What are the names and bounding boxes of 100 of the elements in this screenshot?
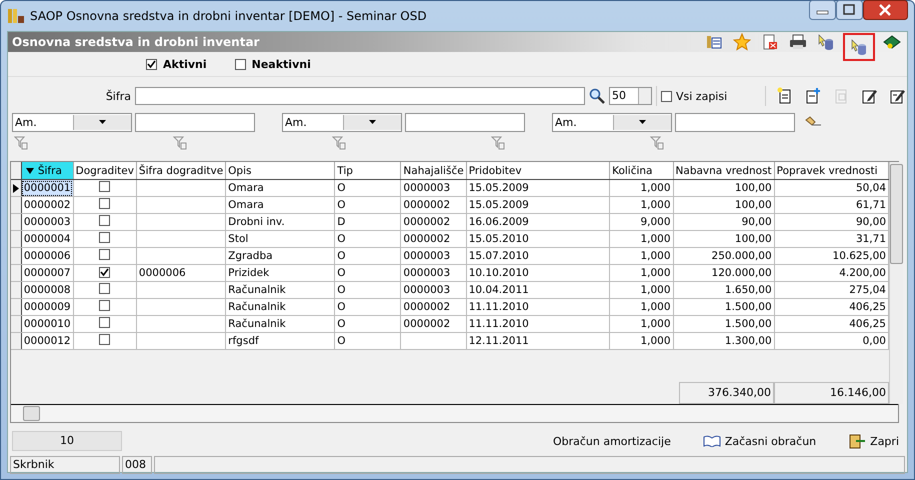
- table-cell: 0000008: [21, 282, 74, 298]
- table-cell: Prizidek: [226, 264, 335, 282]
- table-cell: 10.04.2011: [466, 282, 610, 298]
- operator-dropdown[interactable]: Am.: [552, 112, 672, 132]
- close-button[interactable]: [863, 0, 908, 20]
- row-indicator[interactable]: [11, 298, 22, 316]
- operator-dropdown[interactable]: Am.: [12, 112, 132, 132]
- checkbox[interactable]: [99, 300, 110, 311]
- status-user: Skrbnik: [10, 456, 120, 474]
- checkbox[interactable]: [99, 232, 110, 243]
- filter-field[interactable]: [405, 112, 525, 132]
- total-cell: 376.340,00: [679, 382, 774, 404]
- filter-field[interactable]: [675, 112, 795, 132]
- row-indicator[interactable]: [11, 332, 22, 350]
- edit-icon[interactable]: [860, 87, 878, 105]
- db-left-icon: [817, 33, 835, 51]
- checkbox[interactable]: [99, 283, 110, 294]
- checkbox[interactable]: [99, 266, 110, 278]
- eraser-icon[interactable]: [804, 116, 822, 128]
- table-cell: 11.11.2010: [466, 298, 610, 316]
- row-indicator[interactable]: [11, 180, 22, 196]
- dropdown-arrow-icon: [638, 120, 646, 124]
- table-cell: 90,00: [673, 214, 774, 230]
- table-cell: 10.625,00: [774, 248, 888, 264]
- column-header[interactable]: Šifra: [21, 162, 74, 180]
- total-cell: 16.146,00: [774, 382, 889, 404]
- table-cell: 1,000: [610, 282, 674, 298]
- table-cell: 0000003: [400, 264, 466, 282]
- operator-dropdown[interactable]: Am.: [282, 112, 402, 132]
- column-header[interactable]: Količina: [610, 162, 674, 180]
- table-cell: 0000003: [400, 180, 466, 196]
- checkbox[interactable]: [99, 181, 110, 192]
- table-cell: 4.200,00: [774, 264, 888, 282]
- search-field[interactable]: [135, 87, 585, 105]
- sort-arrow-icon: [26, 168, 34, 174]
- horizontal-scrollbar[interactable]: [11, 404, 898, 422]
- table-cell: 0000010: [21, 316, 74, 332]
- table-cell: 1,000: [610, 264, 674, 282]
- footer-button[interactable]: Zapri: [844, 431, 903, 451]
- table-cell: 0000002: [400, 316, 466, 332]
- column-header[interactable]: Nabavna vrednost: [673, 162, 774, 180]
- checkbox-label: Aktivni: [163, 58, 207, 70]
- table-cell: Stol: [226, 230, 335, 248]
- row-indicator[interactable]: [11, 230, 22, 248]
- checkbox[interactable]: [99, 215, 110, 226]
- table-cell: Drobni inv.: [226, 214, 335, 230]
- row-indicator[interactable]: [11, 282, 22, 298]
- checkbox[interactable]: [234, 58, 246, 70]
- table-cell: O: [334, 316, 401, 332]
- exit-icon: [848, 433, 866, 449]
- table-cell: 1.500,00: [673, 298, 774, 316]
- table-cell: 0000006: [136, 264, 226, 282]
- row-indicator[interactable]: [11, 248, 22, 264]
- toolbar-button[interactable]: [787, 32, 809, 52]
- checkbox[interactable]: [99, 198, 110, 209]
- checkbox[interactable]: [99, 249, 110, 260]
- column-header[interactable]: Šifra dograditve: [136, 162, 226, 180]
- page-size-spinner[interactable]: 50: [609, 87, 652, 105]
- row-indicator[interactable]: [11, 264, 22, 282]
- table-cell: 406,25: [774, 298, 888, 316]
- footer-button[interactable]: Obračun amortizacije: [548, 432, 675, 450]
- footer-button[interactable]: Začasni obračun: [698, 432, 820, 450]
- table-cell: 0,00: [774, 332, 888, 350]
- table-cell: 11.11.2010: [466, 316, 610, 332]
- checkbox[interactable]: [146, 58, 157, 70]
- column-header[interactable]: Pridobitev: [466, 162, 610, 180]
- checkbox[interactable]: [661, 90, 672, 102]
- table-cell: 0000009: [21, 298, 74, 316]
- table-cell: 0000002: [400, 230, 466, 248]
- column-header[interactable]: Tip: [334, 162, 401, 180]
- table-cell: 1,000: [610, 316, 674, 332]
- maximize-button[interactable]: [836, 0, 863, 20]
- table-cell: O: [334, 298, 401, 316]
- row-indicator[interactable]: [11, 196, 22, 214]
- table-cell: 275,04: [774, 282, 888, 298]
- column-header[interactable]: Popravek vrednosti: [774, 162, 888, 180]
- minimize-button[interactable]: [809, 0, 836, 20]
- status-code: 008: [122, 456, 152, 474]
- table-cell: 406,25: [774, 316, 888, 332]
- table-cell: 0000002: [400, 214, 466, 230]
- column-header[interactable]: Nahajališče: [400, 162, 466, 180]
- table-cell: 1,000: [610, 180, 674, 196]
- column-header[interactable]: Opis: [226, 162, 335, 180]
- column-header[interactable]: Dograditev: [73, 162, 136, 180]
- table-cell: 0000003: [400, 248, 466, 264]
- filter-field[interactable]: [135, 112, 255, 132]
- search-icon[interactable]: [589, 88, 605, 104]
- table-cell: 0000007: [21, 264, 74, 282]
- table-cell: O: [334, 180, 401, 196]
- record-count: 10: [12, 431, 122, 451]
- row-indicator[interactable]: [11, 316, 22, 332]
- checkbox[interactable]: [99, 334, 110, 345]
- new-child-icon[interactable]: [804, 87, 822, 105]
- vertical-scrollbar[interactable]: [889, 162, 903, 404]
- table-cell: 0000001: [21, 180, 74, 196]
- app-icon: [7, 8, 25, 24]
- checkbox[interactable]: [99, 317, 110, 328]
- edit-multi-icon[interactable]: [888, 87, 906, 105]
- table-cell: 120.000,00: [673, 264, 774, 282]
- row-indicator[interactable]: [11, 214, 22, 230]
